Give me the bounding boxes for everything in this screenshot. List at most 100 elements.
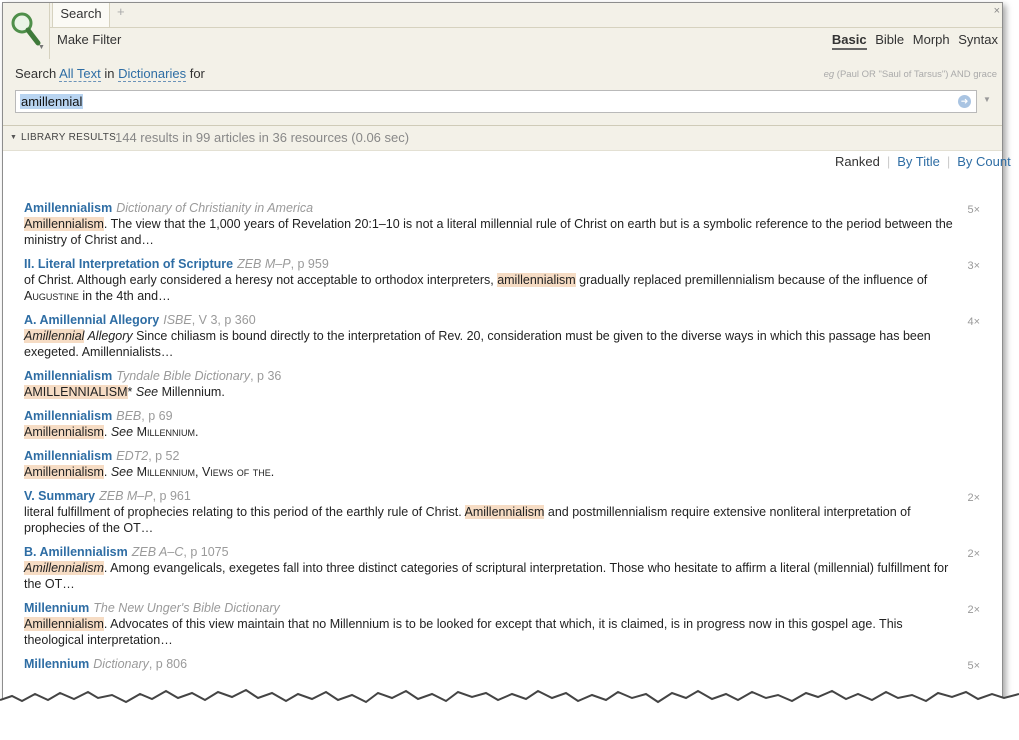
snippet-text: of Christ. Although early considered a h… — [24, 273, 498, 287]
result-snippet: Amillennialism. Advocates of this view m… — [24, 616, 959, 648]
snippet-text: Allegory — [84, 329, 133, 343]
result-header: Amillennialism BEB, p 69 — [24, 408, 984, 424]
result-title-link[interactable]: A. Amillennial Allegory — [24, 313, 159, 327]
result-snippet: Amillennial Allegory Since chiliasm is b… — [24, 328, 959, 360]
search-hit-highlight: AMILLENNIALISM — [24, 385, 128, 399]
result-header: Amillennialism Dictionary of Christianity… — [24, 200, 984, 216]
result-title-link[interactable]: V. Summary — [24, 489, 95, 503]
search-input[interactable]: amillennial ➜ — [15, 90, 977, 113]
result-header: II. Literal Interpretation of Scripture Z… — [24, 256, 984, 272]
sort-separator: | — [886, 154, 891, 169]
snippet-text: See — [110, 425, 134, 439]
result-title-link[interactable]: II. Literal Interpretation of Scripture — [24, 257, 233, 271]
search-hit-highlight: Amillennialism — [24, 465, 104, 479]
result-source: ISBE — [163, 313, 192, 327]
result-title-link[interactable]: Amillennialism — [24, 369, 112, 383]
result-snippet: of Christ. Although early considered a h… — [24, 272, 959, 304]
result-title-link[interactable]: Amillennialism — [24, 449, 112, 463]
result-header: Amillennialism Tyndale Bible Dictionary, … — [24, 368, 984, 384]
search-hit-highlight: amillennialism — [497, 273, 576, 287]
scope-dropdown[interactable]: All Text — [59, 66, 101, 82]
sort-options: Ranked | By Title | By Count — [835, 154, 1011, 169]
result-header: Millennium The New Unger's Bible Dictiona… — [24, 600, 984, 616]
sort-ranked[interactable]: Ranked — [835, 154, 880, 169]
search-scope-line: Search All Text in Dictionaries for — [15, 66, 205, 82]
result-source: ZEB M–P — [237, 257, 291, 271]
result-title-link[interactable]: Amillennialism — [24, 409, 112, 423]
result-title-link[interactable]: Millennium — [24, 601, 89, 615]
search-query-text[interactable]: amillennial — [20, 94, 84, 109]
tab-search[interactable]: Search — [52, 3, 110, 27]
torn-edge — [0, 688, 1019, 740]
result-item: Amillennialism Tyndale Bible Dictionary, … — [24, 368, 984, 400]
result-header: Amillennialism EDT2, p 52 — [24, 448, 984, 464]
hit-count: 5× — [967, 660, 980, 672]
sort-by-count[interactable]: By Count — [957, 154, 1010, 169]
result-item: Millennium Dictionary, p 806 5× — [24, 656, 984, 672]
search-mode-tabs: Basic Bible Morph Syntax — [827, 32, 998, 50]
library-results-header[interactable]: ▼ LIBRARY RESULTS 144 results in 99 arti… — [3, 126, 1002, 151]
tab-bible[interactable]: Bible — [875, 32, 904, 47]
snippet-text: Since chiliasm is bound directly to the … — [24, 329, 931, 359]
collapse-triangle-icon[interactable]: ▼ — [10, 134, 17, 141]
result-page: , p 806 — [148, 657, 188, 671]
result-item: Amillennialism Dictionary of Christianity… — [24, 200, 984, 248]
snippet-text: Augustine — [24, 289, 79, 303]
result-item: V. Summary ZEB M–P, p 961 literal fulfillm… — [24, 488, 984, 536]
result-source: ZEB A–C — [131, 545, 184, 559]
collection-dropdown[interactable]: Dictionaries — [118, 66, 187, 82]
result-header: A. Amillennial Allegory ISBE, V 3, p 360 — [24, 312, 984, 328]
hit-count: 2× — [967, 548, 980, 560]
snippet-text: . Advocates of this view maintain that n… — [24, 617, 903, 647]
snippet-text: in the 4th and… — [78, 289, 171, 303]
result-source: EDT2 — [116, 449, 149, 463]
search-hit-highlight: Amillennial — [24, 329, 85, 343]
result-snippet: Amillennialism. See Millennium, Views of… — [24, 464, 959, 480]
history-dropdown-icon[interactable]: ▼ — [983, 95, 991, 104]
result-header: V. Summary ZEB M–P, p 961 — [24, 488, 984, 504]
tab-strip: Search + × — [49, 3, 1002, 28]
hit-count: 3× — [967, 260, 980, 272]
result-page: , p 959 — [290, 257, 329, 271]
result-item: Amillennialism BEB, p 69 Amillennialism. S… — [24, 408, 984, 440]
result-title-link[interactable]: B. Amillennialism — [24, 545, 128, 559]
result-page: , p 36 — [250, 369, 282, 383]
tab-basic[interactable]: Basic — [831, 32, 867, 50]
result-snippet: Amillennialism. Among evangelicals, exeg… — [24, 560, 959, 592]
result-item: B. Amillennialism ZEB A–C, p 1075 Amillenn… — [24, 544, 984, 592]
snippet-text: literal fulfillment of prophecies relati… — [24, 505, 465, 519]
snippet-text: . The view that the 1,000 years of Revel… — [24, 217, 953, 247]
snippet-text: Millennium, Views of the. — [136, 465, 275, 479]
close-icon[interactable]: × — [994, 5, 1000, 17]
sort-separator: | — [946, 154, 951, 169]
result-source: BEB — [116, 409, 142, 423]
search-panel-menu[interactable]: ▼ — [3, 3, 50, 59]
sort-by-title[interactable]: By Title — [897, 154, 940, 169]
result-title-link[interactable]: Amillennialism — [24, 201, 112, 215]
search-hit-highlight: Amillennialism — [24, 561, 104, 575]
results-summary: 144 results in 99 articles in 36 resourc… — [115, 130, 410, 145]
snippet-text: Millennium. — [158, 385, 225, 399]
tab-morph[interactable]: Morph — [913, 32, 950, 47]
result-source: Dictionary — [93, 657, 149, 671]
snippet-text: . — [103, 425, 111, 439]
magnifier-icon — [11, 12, 41, 46]
snippet-text: . — [103, 465, 111, 479]
result-page: , p 52 — [148, 449, 180, 463]
result-page: , V 3, p 360 — [191, 313, 256, 327]
go-arrow-icon[interactable]: ➜ — [958, 95, 971, 108]
search-hit-highlight: Amillennialism — [24, 617, 104, 631]
example-hint: eg (Paul OR "Saul of Tarsus") AND grace — [824, 69, 997, 80]
add-tab-button[interactable]: + — [117, 4, 125, 19]
result-snippet: Amillennialism. See Millennium. — [24, 424, 959, 440]
result-source: ZEB M–P — [99, 489, 153, 503]
result-title-link[interactable]: Millennium — [24, 657, 89, 671]
hit-count: 4× — [967, 316, 980, 328]
snippet-text: See — [110, 465, 134, 479]
make-filter-button[interactable]: Make Filter — [57, 32, 121, 47]
tab-syntax[interactable]: Syntax — [958, 32, 998, 47]
search-prefix-label: Search — [15, 66, 57, 81]
result-header: Millennium Dictionary, p 806 — [24, 656, 984, 672]
library-results-label: LIBRARY RESULTS — [21, 132, 117, 143]
result-page: , p 1075 — [183, 545, 229, 559]
